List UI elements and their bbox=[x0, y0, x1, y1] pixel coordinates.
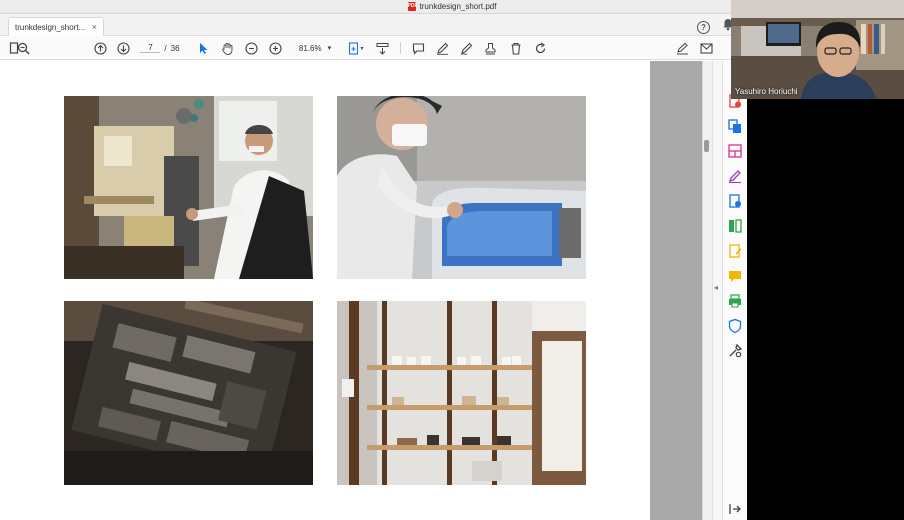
scroll-mode-icon[interactable] bbox=[374, 40, 390, 56]
tabbar-right-controls: ? bbox=[697, 18, 734, 36]
expand-pane-icon[interactable] bbox=[727, 501, 743, 517]
zoom-value: 81.6% bbox=[298, 43, 322, 53]
rotate-icon[interactable] bbox=[532, 40, 548, 56]
video-panel-background bbox=[747, 99, 904, 520]
tab-close-icon[interactable]: × bbox=[92, 22, 97, 32]
photo-shelves bbox=[337, 301, 586, 485]
export-icon[interactable]: ▾ bbox=[345, 40, 367, 56]
edit-pdf-icon[interactable] bbox=[727, 168, 743, 184]
help-icon[interactable]: ? bbox=[697, 20, 710, 34]
zoom-out-icon[interactable] bbox=[243, 40, 259, 56]
collapse-tools-pane[interactable]: ◂ bbox=[712, 61, 722, 520]
stamp-icon[interactable] bbox=[482, 40, 498, 56]
comment-icon[interactable] bbox=[410, 40, 426, 56]
toolbar-divider bbox=[400, 42, 401, 54]
page-separator: / bbox=[164, 43, 167, 53]
window-title: PDF trunkdesign_short.pdf bbox=[407, 2, 497, 11]
fill-sign-icon[interactable] bbox=[727, 243, 743, 259]
document-tab[interactable]: trunkdesign_short... × bbox=[8, 17, 104, 36]
screen: PDF trunkdesign_short.pdf trunkdesign_sh… bbox=[0, 0, 904, 520]
document-tab-label: trunkdesign_short... bbox=[15, 22, 86, 32]
page-down-icon[interactable] bbox=[115, 40, 131, 56]
vertical-scrollbar[interactable] bbox=[702, 61, 712, 520]
window-title-text: trunkdesign_short.pdf bbox=[419, 2, 497, 11]
comment-tool-icon[interactable] bbox=[727, 268, 743, 284]
tools-pane bbox=[722, 61, 747, 520]
mail-icon[interactable] bbox=[698, 40, 714, 56]
organize-pages-icon[interactable] bbox=[727, 143, 743, 159]
zoom-caret-icon: ▾ bbox=[327, 45, 332, 52]
participant-name: Yasuhiro Horiuchi bbox=[735, 87, 798, 96]
page-background-gutter bbox=[650, 61, 702, 520]
compare-files-icon[interactable] bbox=[727, 218, 743, 234]
sign-icon[interactable] bbox=[674, 40, 690, 56]
print-icon[interactable] bbox=[727, 293, 743, 309]
highlight-icon[interactable] bbox=[458, 40, 474, 56]
page-up-icon[interactable] bbox=[92, 40, 108, 56]
select-arrow-icon[interactable] bbox=[195, 40, 211, 56]
participant-video: Yasuhiro Horiuchi bbox=[731, 0, 904, 99]
combine-files-icon[interactable] bbox=[727, 118, 743, 134]
export-pdf-icon[interactable] bbox=[727, 193, 743, 209]
page-number-input[interactable]: 7 bbox=[140, 43, 161, 53]
photo-lead-type bbox=[64, 301, 313, 485]
page-total: 36 bbox=[170, 43, 180, 53]
zoom-in-icon[interactable] bbox=[267, 40, 283, 56]
delete-icon[interactable] bbox=[508, 40, 524, 56]
collapse-arrow-icon: ◂ bbox=[714, 283, 719, 292]
photo-worker-printer bbox=[337, 96, 586, 279]
search-icon[interactable] bbox=[15, 40, 31, 56]
photo-letterpress-machine bbox=[64, 96, 313, 279]
hand-icon[interactable] bbox=[219, 40, 235, 56]
pen-icon[interactable] bbox=[434, 40, 450, 56]
scrollbar-thumb[interactable] bbox=[704, 140, 709, 152]
pdf-page-view[interactable] bbox=[0, 61, 650, 520]
more-tools-icon[interactable] bbox=[727, 343, 743, 359]
pdf-file-icon: PDF bbox=[407, 2, 418, 11]
zoom-select[interactable]: 81.6% ▾ bbox=[292, 40, 338, 56]
protect-icon[interactable] bbox=[727, 318, 743, 334]
page-navigator: 7 / 36 bbox=[140, 40, 180, 56]
export-caret-icon: ▾ bbox=[360, 45, 364, 52]
